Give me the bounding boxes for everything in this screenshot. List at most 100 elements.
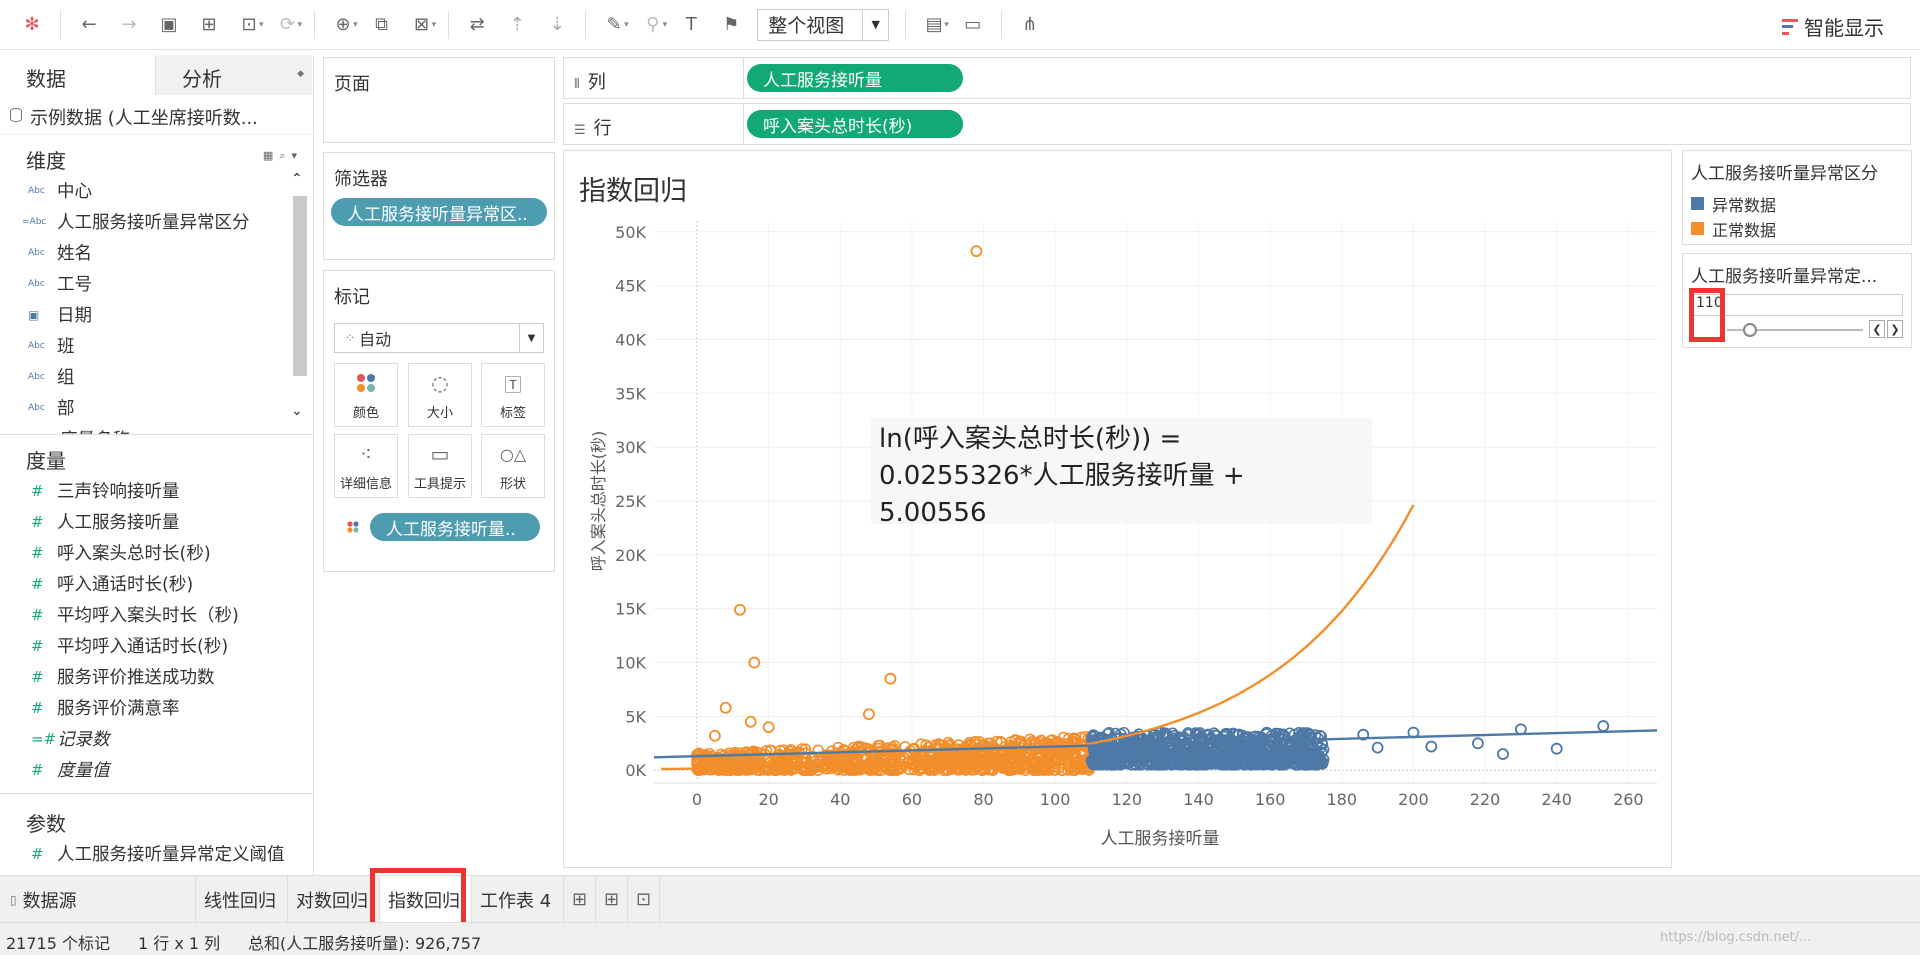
measure-field[interactable]: # 服务评价满意率 <box>0 692 313 723</box>
tab-sheet[interactable]: 线性回归 <box>196 876 288 923</box>
filter-pill[interactable]: 人工服务接听量异常区.. <box>331 198 547 226</box>
view-mode-select[interactable]: 整个视图 ▼ <box>757 8 890 41</box>
mark-type-select[interactable]: ⁘ 自动 ▼ <box>334 323 544 353</box>
new-dashboard-icon[interactable]: ⊞ <box>596 876 628 923</box>
tab-sheet[interactable]: 工作表 4 <box>472 876 564 923</box>
chevron-down-icon[interactable]: ▼ <box>519 324 543 352</box>
x-tick-label: 0 <box>692 790 702 809</box>
color-button[interactable]: 颜色 <box>334 363 398 427</box>
chevron-down-icon[interactable]: ▾ <box>944 20 949 30</box>
x-tick-label: 180 <box>1326 790 1357 809</box>
shape-label: 形状 <box>499 477 526 492</box>
chevron-down-icon[interactable]: ▾ <box>624 20 629 30</box>
tooltip-button[interactable]: ▭ 工具提示 <box>408 434 472 498</box>
chevron-down-icon[interactable]: ⌄ <box>291 403 303 419</box>
columns-shelf[interactable]: ⦀ 列 人工服务接听量 <box>563 57 1911 99</box>
dimensions-title: 维度 <box>26 149 66 173</box>
chevron-down-icon[interactable]: ▾ <box>298 20 303 30</box>
new-datasource-icon[interactable]: ⊞ <box>189 9 229 41</box>
legend-item[interactable]: 异常数据 <box>1683 191 1911 216</box>
x-tick-label: 260 <box>1613 790 1644 809</box>
shape-button[interactable]: ○△ 形状 <box>481 434 545 498</box>
show-labels-icon[interactable]: T <box>671 9 711 41</box>
dimension-field[interactable]: ▣ 日期 <box>0 299 313 330</box>
tab-data[interactable]: 数据 <box>0 55 156 95</box>
measure-field[interactable]: # 度量值 <box>0 754 313 785</box>
columns-pill[interactable]: 人工服务接听量 <box>747 64 963 92</box>
swap-icon[interactable]: ⇄ <box>457 9 497 41</box>
slider-knob[interactable] <box>1743 323 1757 337</box>
x-axis-title[interactable]: 人工服务接听量 <box>1101 829 1220 849</box>
pages-card[interactable]: 页面 <box>323 57 555 143</box>
dimension-field[interactable]: Abc 班 <box>0 330 313 361</box>
sort-ascending-icon[interactable]: ⇡ <box>497 9 537 41</box>
dimension-field[interactable]: Abc 姓名 <box>0 237 313 268</box>
dimension-field[interactable]: Abc 组 <box>0 361 313 392</box>
measure-field[interactable]: # 平均呼入通话时长(秒) <box>0 630 313 661</box>
pin-icon[interactable]: ⚑ <box>711 9 751 41</box>
new-worksheet-icon[interactable]: ⊞ <box>564 876 596 923</box>
measure-field[interactable]: # 呼入通话时长(秒) <box>0 568 313 599</box>
measure-type-icon: # <box>31 543 44 562</box>
redo-icon[interactable]: → <box>109 9 149 41</box>
label-button[interactable]: 🅃 标签 <box>481 363 545 427</box>
legend-item[interactable]: 正常数据 <box>1683 216 1911 241</box>
measure-field[interactable]: # 人工服务接听量 <box>0 506 313 537</box>
shapes-icon: ⁘ <box>345 331 356 345</box>
toolbar-divider <box>1000 10 1002 39</box>
measure-field[interactable]: # 服务评价推送成功数 <box>0 661 313 692</box>
color-pill[interactable]: 人工服务接听量.. <box>370 513 540 541</box>
tableau-logo-icon[interactable]: ✻ <box>12 9 52 41</box>
parameter-field[interactable]: # 人工服务接听量异常定义阈值 <box>0 838 313 869</box>
chevron-left-icon[interactable]: ❮ <box>1869 320 1885 338</box>
rows-pill[interactable]: 呼入案头总时长(秒) <box>747 110 963 138</box>
tab-sheet[interactable]: 对数回归 <box>288 876 380 923</box>
measure-type-icon: # <box>31 605 44 624</box>
filters-card[interactable]: 筛选器 人工服务接听量异常区.. <box>323 152 555 260</box>
dimension-field[interactable]: Abc 工号 <box>0 268 313 299</box>
filters-title: 筛选器 <box>334 169 388 190</box>
chevron-down-icon[interactable]: ▼ <box>862 9 888 40</box>
string-type-icon: Abc <box>28 185 45 196</box>
detail-button[interactable]: ⁖ 详细信息 <box>334 434 398 498</box>
field-name: 部 <box>57 399 75 419</box>
show-me-button[interactable]: 智能显示 <box>1782 12 1884 41</box>
dimension-field[interactable]: Abc度量名称 <box>0 423 313 434</box>
field-name: 中心 <box>57 182 92 202</box>
dimension-tools[interactable]: ▦⌕▾ <box>263 149 303 163</box>
measure-field[interactable]: # 平均呼入案头时长（秒) <box>0 599 313 630</box>
datasource-item[interactable]: 示例数据 (人工坐席接听数... <box>0 95 313 135</box>
calculated-measure-icon: =# <box>31 729 57 748</box>
chevron-down-icon[interactable]: ▾ <box>259 20 264 30</box>
rows-shelf[interactable]: ☰ 行 呼入案头总时长(秒) <box>563 103 1911 145</box>
chevron-down-icon[interactable]: ▾ <box>353 20 358 30</box>
dimension-field[interactable]: Abc 中心 <box>0 175 313 206</box>
size-button[interactable]: ◌ 大小 <box>408 363 472 427</box>
columns-icon: ⦀ <box>574 77 580 92</box>
sort-descending-icon[interactable]: ⇣ <box>537 9 577 41</box>
dimension-field[interactable]: Abc 部 <box>0 392 313 423</box>
tab-analysis[interactable]: 分析 ◆ <box>156 55 312 95</box>
share-icon[interactable]: ⋔ <box>1010 9 1050 41</box>
color-legend[interactable]: 人工服务接听量异常区分 异常数据 正常数据 <box>1682 150 1912 245</box>
undo-icon[interactable]: ← <box>69 9 109 41</box>
measure-type-icon: # <box>31 636 44 655</box>
chevron-right-icon[interactable]: ❯ <box>1887 320 1903 338</box>
marks-title: 标记 <box>334 287 370 308</box>
y-axis-title[interactable]: 呼入案头总时长(秒) <box>589 431 608 572</box>
save-icon[interactable]: ▣ <box>149 9 189 41</box>
chevron-up-icon[interactable]: ⌃ <box>291 171 303 187</box>
new-story-icon[interactable]: ⊡ <box>628 876 660 923</box>
chevron-down-icon[interactable]: ▾ <box>432 20 437 30</box>
measure-field[interactable]: # 呼入案头总时长(秒) <box>0 537 313 568</box>
measure-field[interactable]: # 三声铃响接听量 <box>0 475 313 506</box>
dimensions-scrollbar[interactable]: ⌃ ⌄ <box>289 171 311 419</box>
scrollbar-thumb[interactable] <box>293 196 307 376</box>
duplicate-sheet-icon[interactable]: ⧉ <box>362 9 402 41</box>
dimension-field[interactable]: =Abc 人工服务接听量异常区分 <box>0 206 313 237</box>
chevron-down-icon[interactable]: ▾ <box>663 20 668 30</box>
tab-datasource[interactable]: ▯ 数据源 <box>0 876 196 923</box>
measure-field[interactable]: =# 记录数 <box>0 723 313 754</box>
presentation-mode-icon[interactable]: ▭ <box>953 9 993 41</box>
scatter-chart[interactable]: 0K 5K 10K 15K 20K 25K 30K 35K 40K 45K 50K 0 20 40 60 80… <box>564 151 1671 867</box>
